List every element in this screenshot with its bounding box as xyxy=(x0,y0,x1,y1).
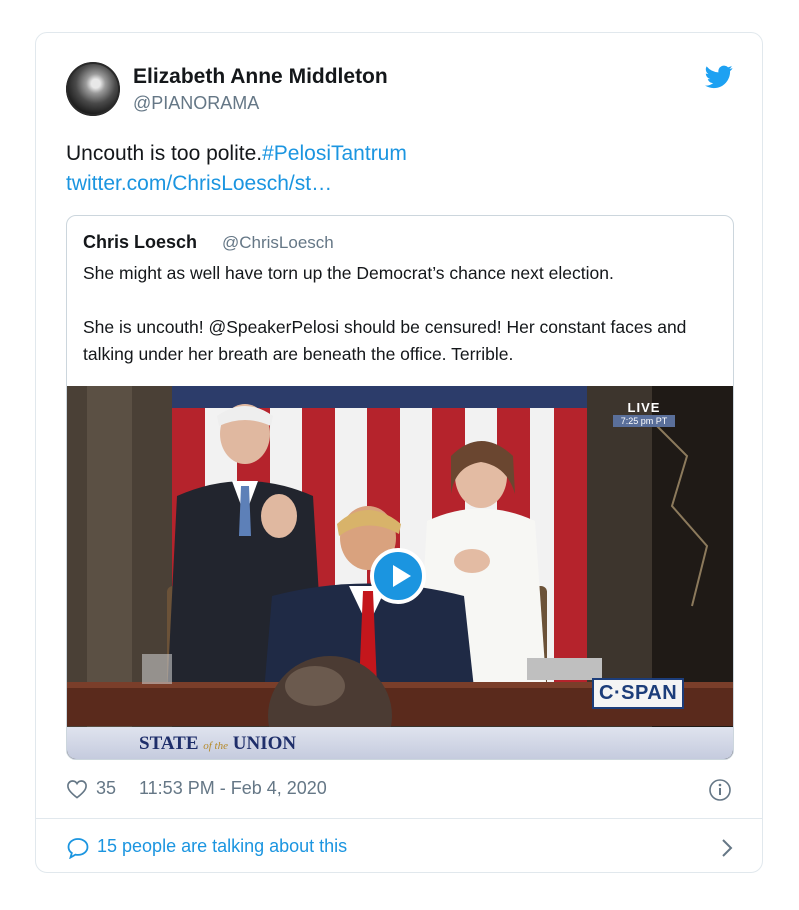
live-indicator: LIVE 7:25 pm PT xyxy=(613,400,675,427)
hashtag-link[interactable]: #PelosiTantrum xyxy=(262,142,407,165)
banner-text: STATE of the UNION xyxy=(139,733,296,755)
avatar[interactable] xyxy=(66,62,120,116)
conversation-link[interactable]: 15 people are talking about this xyxy=(66,833,736,863)
chevron-right-icon[interactable] xyxy=(720,837,734,859)
comment-icon xyxy=(67,838,89,859)
quoted-tweet-link[interactable]: twitter.com/ChrisLoesch/st… xyxy=(66,172,332,195)
lower-third-banner: STATE of the UNION xyxy=(67,727,733,759)
quoted-paragraph-2: She is uncouth! @SpeakerPelosi should be… xyxy=(83,317,687,364)
author-handle[interactable]: @PIANORAMA xyxy=(133,93,259,114)
tweet-timestamp[interactable]: 11:53 PM - Feb 4, 2020 xyxy=(139,778,327,799)
quoted-author-name[interactable]: Chris Loesch xyxy=(83,232,197,253)
author-name[interactable]: Elizabeth Anne Middleton xyxy=(133,65,388,89)
banner-of-the: of the xyxy=(203,740,228,752)
like-count[interactable]: 35 xyxy=(96,778,116,799)
quoted-author-handle[interactable]: @ChrisLoesch xyxy=(222,233,334,253)
video-thumbnail[interactable]: LIVE 7:25 pm PT C·SPAN STATE of the UNIO… xyxy=(67,386,733,759)
quoted-tweet[interactable]: Chris Loesch @ChrisLoesch She might as w… xyxy=(66,215,734,760)
tweet-text: Uncouth is too polite.#PelosiTantrum twi… xyxy=(66,139,726,199)
network-logo: C·SPAN xyxy=(592,678,685,709)
quoted-tweet-text: She might as well have torn up the Democ… xyxy=(83,260,723,368)
live-label: LIVE xyxy=(627,400,661,415)
heart-icon[interactable] xyxy=(66,779,88,799)
conversation-text[interactable]: 15 people are talking about this xyxy=(97,836,347,857)
tweet-body: Uncouth is too polite. xyxy=(66,142,263,165)
info-icon[interactable] xyxy=(708,778,732,802)
embedded-tweet-card[interactable]: Elizabeth Anne Middleton @PIANORAMA Unco… xyxy=(35,32,763,873)
divider xyxy=(36,818,762,819)
play-icon[interactable] xyxy=(370,548,426,604)
banner-union: UNION xyxy=(232,733,297,754)
quoted-paragraph-1: She might as well have torn up the Democ… xyxy=(83,263,614,283)
live-time: 7:25 pm PT xyxy=(613,415,675,427)
twitter-bird-icon[interactable] xyxy=(705,65,733,89)
banner-state: STATE xyxy=(139,733,199,754)
